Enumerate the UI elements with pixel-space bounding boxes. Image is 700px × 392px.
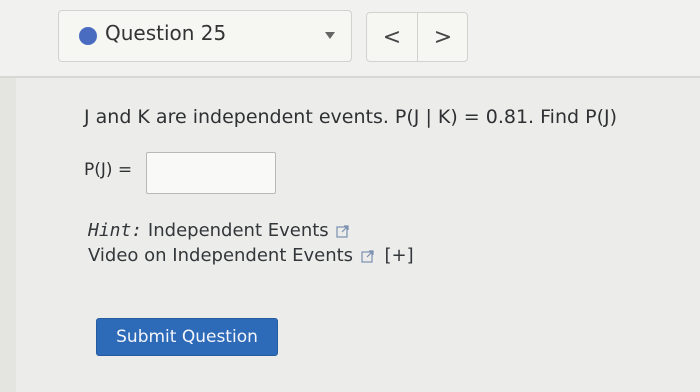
question-nav: < > [366,12,468,62]
submit-question-button[interactable]: Submit Question [96,318,278,356]
chevron-down-icon [325,32,335,39]
next-question-button[interactable]: > [418,13,468,61]
question-selector-label: Question 25 [105,21,227,45]
video-line: Video on Independent Events [+] [88,245,414,266]
external-link-icon [336,225,350,238]
hint-prefix: Hint: [88,220,143,241]
header-divider [0,76,700,78]
previous-question-button[interactable]: < [367,13,417,61]
question-selector[interactable]: Question 25 [58,10,352,62]
expand-video-toggle[interactable]: [+] [385,245,414,266]
video-independent-events-link[interactable]: Video on Independent Events [88,245,353,266]
answer-label: P(J) = [84,160,133,180]
independent-events-link[interactable]: Independent Events [148,220,329,241]
answer-input[interactable] [146,152,276,194]
left-edge-panel [0,78,16,392]
hint-line: Hint: Independent Events [88,220,350,241]
external-link-icon [361,250,374,263]
question-text: J and K are independent events. P(J | K)… [84,106,617,128]
status-dot-icon [79,27,97,45]
